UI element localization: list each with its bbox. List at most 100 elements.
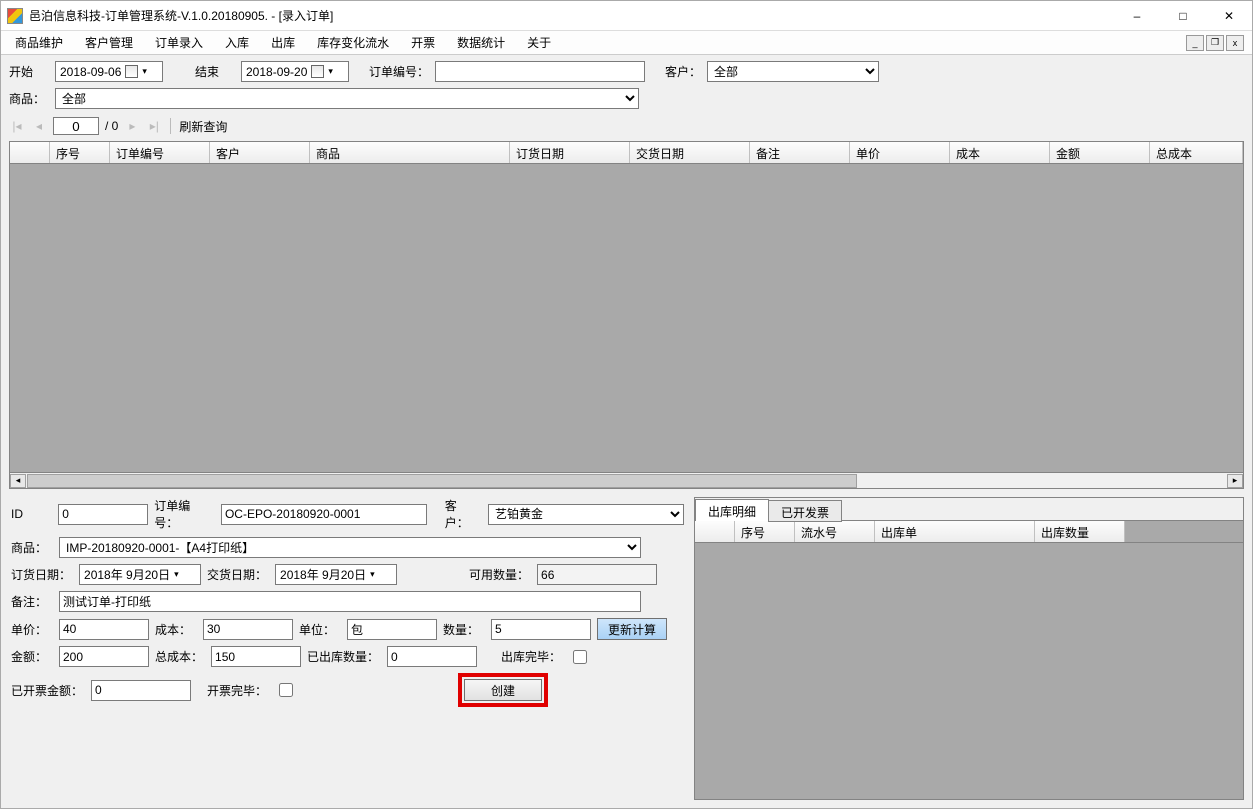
- menu-stockflow[interactable]: 库存变化流水: [307, 31, 399, 54]
- tab-invoiced[interactable]: 已开发票: [768, 500, 842, 522]
- shippedqty-input[interactable]: [387, 646, 477, 667]
- shippedqty-label: 已出库数量：: [307, 648, 379, 665]
- mdi-close-button[interactable]: x: [1226, 35, 1244, 51]
- delivery-date-picker[interactable]: 2018年 9月20日▾: [275, 564, 397, 585]
- minimize-button[interactable]: –: [1114, 1, 1160, 31]
- form-product-select[interactable]: IMP-20180920-0001-【A4打印纸】: [59, 537, 641, 558]
- nav-next-button[interactable]: ▸: [124, 118, 140, 134]
- order-date-label: 订货日期：: [11, 566, 71, 583]
- col-orderdate[interactable]: 订货日期: [510, 142, 630, 163]
- avail-qty-input: [537, 564, 657, 585]
- col-rowheader[interactable]: [10, 142, 50, 163]
- col-product[interactable]: 商品: [310, 142, 510, 163]
- grid-scrollbar[interactable]: ◂ ▸: [10, 472, 1243, 488]
- scroll-left-button[interactable]: ◂: [10, 474, 26, 488]
- page-input[interactable]: [53, 117, 99, 135]
- form-customer-select[interactable]: 艺铂黄金: [488, 504, 684, 525]
- unit-label: 单位：: [299, 621, 339, 638]
- form-orderno-label: 订单编号：: [154, 497, 213, 531]
- shippeddone-label: 出库完毕：: [501, 648, 561, 665]
- invoicedone-checkbox[interactable]: [279, 683, 293, 697]
- recalculate-button[interactable]: 更新计算: [597, 618, 667, 640]
- maximize-button[interactable]: □: [1160, 1, 1206, 31]
- orders-grid[interactable]: 序号 订单编号 客户 商品 订货日期 交货日期 备注 单价 成本 金额 总成本 …: [9, 141, 1244, 489]
- col-price[interactable]: 单价: [850, 142, 950, 163]
- unitprice-input[interactable]: [59, 619, 149, 640]
- unit-input[interactable]: [347, 619, 437, 640]
- window-title: 邑泊信息科技-订单管理系统-V.1.0.20180905. - [录入订单]: [29, 7, 1114, 24]
- qty-label: 数量：: [443, 621, 483, 638]
- product-select[interactable]: 全部: [55, 88, 639, 109]
- totalcost-input[interactable]: [211, 646, 301, 667]
- order-date-picker[interactable]: 2018年 9月20日▾: [79, 564, 201, 585]
- calendar-icon: [311, 65, 324, 78]
- menu-outbound[interactable]: 出库: [261, 31, 305, 54]
- remark-label: 备注：: [11, 593, 51, 610]
- form-product-label: 商品：: [11, 539, 51, 556]
- menu-customer[interactable]: 客户管理: [75, 31, 143, 54]
- order-form: ID 订单编号： 客户： 艺铂黄金 商品： IMP-20180920-0001-…: [9, 493, 686, 800]
- invoicedone-label: 开票完毕：: [207, 682, 267, 699]
- start-date-picker[interactable]: 2018-09-06 ▾: [55, 61, 163, 82]
- scroll-right-button[interactable]: ▸: [1227, 474, 1243, 488]
- invoicedamount-input[interactable]: [91, 680, 191, 701]
- col-delivdate[interactable]: 交货日期: [630, 142, 750, 163]
- col-orderno[interactable]: 订单编号: [110, 142, 210, 163]
- chevron-down-icon: ▾: [142, 66, 147, 77]
- form-orderno-input[interactable]: [221, 504, 427, 525]
- mdi-restore-button[interactable]: ❐: [1206, 35, 1224, 51]
- nav-last-button[interactable]: ▸|: [146, 118, 162, 134]
- cost-label: 成本：: [155, 621, 195, 638]
- page-total: / 0: [105, 119, 118, 133]
- end-date-label: 结束: [195, 63, 235, 80]
- unitprice-label: 单价：: [11, 621, 51, 638]
- outbound-detail-grid[interactable]: 序号 流水号 出库单 出库数量: [695, 520, 1243, 799]
- nav-first-button[interactable]: |◂: [9, 118, 25, 134]
- menu-invoice[interactable]: 开票: [401, 31, 445, 54]
- col-totalcost[interactable]: 总成本: [1150, 142, 1243, 163]
- order-no-label: 订单编号：: [369, 63, 429, 80]
- rcol-flow[interactable]: 流水号: [795, 521, 875, 542]
- amount-label: 金额：: [11, 648, 51, 665]
- col-customer[interactable]: 客户: [210, 142, 310, 163]
- create-button[interactable]: 创建: [464, 679, 542, 701]
- rcol-out[interactable]: 出库单: [875, 521, 1035, 542]
- menubar: 商品维护 客户管理 订单录入 入库 出库 库存变化流水 开票 数据统计 关于 _…: [1, 31, 1252, 55]
- grid-body: [10, 164, 1243, 472]
- rcol-qty[interactable]: 出库数量: [1035, 521, 1125, 542]
- delivery-date-label: 交货日期：: [207, 566, 267, 583]
- order-no-input[interactable]: [435, 61, 645, 82]
- avail-qty-label: 可用数量：: [469, 566, 529, 583]
- menu-about[interactable]: 关于: [517, 31, 561, 54]
- qty-input[interactable]: [491, 619, 591, 640]
- product-label: 商品：: [9, 90, 49, 107]
- menu-inbound[interactable]: 入库: [215, 31, 259, 54]
- refresh-query-button[interactable]: 刷新查询: [179, 118, 227, 135]
- col-seq[interactable]: 序号: [50, 142, 110, 163]
- rcol-seq[interactable]: 序号: [735, 521, 795, 542]
- cost-input[interactable]: [203, 619, 293, 640]
- menu-product[interactable]: 商品维护: [5, 31, 73, 54]
- customer-select[interactable]: 全部: [707, 61, 879, 82]
- scroll-thumb[interactable]: [27, 474, 857, 488]
- nav-prev-button[interactable]: ◂: [31, 118, 47, 134]
- customer-label: 客户：: [665, 63, 701, 80]
- col-remarks[interactable]: 备注: [750, 142, 850, 163]
- end-date-value: 2018-09-20: [246, 65, 307, 79]
- app-icon: [7, 8, 23, 24]
- create-button-highlight: 创建: [458, 673, 548, 707]
- col-cost[interactable]: 成本: [950, 142, 1050, 163]
- amount-input[interactable]: [59, 646, 149, 667]
- rcol-rowheader[interactable]: [695, 521, 735, 542]
- col-amount[interactable]: 金额: [1050, 142, 1150, 163]
- menu-order[interactable]: 订单录入: [145, 31, 213, 54]
- mdi-minimize-button[interactable]: _: [1186, 35, 1204, 51]
- shippeddone-checkbox[interactable]: [573, 650, 587, 664]
- end-date-picker[interactable]: 2018-09-20 ▾: [241, 61, 349, 82]
- chevron-down-icon: ▾: [328, 66, 333, 77]
- close-button[interactable]: ✕: [1206, 1, 1252, 31]
- menu-stats[interactable]: 数据统计: [447, 31, 515, 54]
- tab-outbound-detail[interactable]: 出库明细: [695, 499, 769, 521]
- id-input[interactable]: [58, 504, 148, 525]
- remark-input[interactable]: [59, 591, 641, 612]
